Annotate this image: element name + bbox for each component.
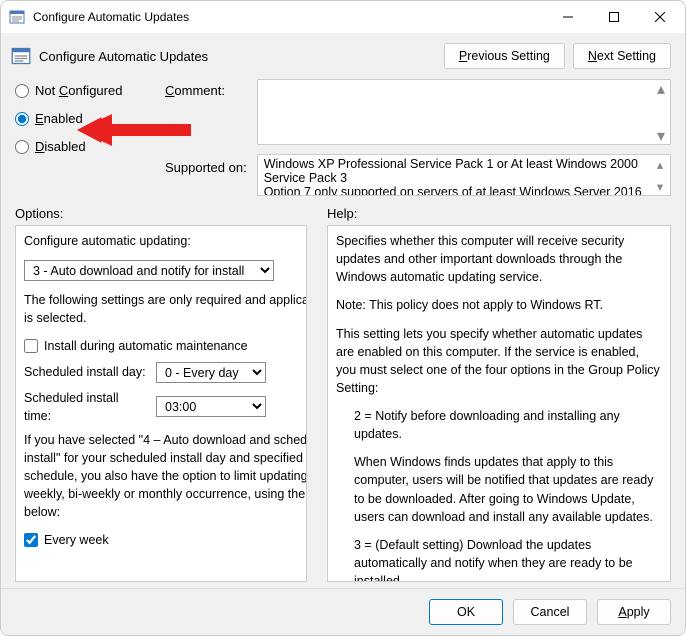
config-section: Not Configured Enabled Disabled Comment:…: [1, 75, 685, 200]
scroll-down-icon[interactable]: ▾: [652, 178, 668, 194]
not-configured-radio[interactable]: Not Configured: [15, 83, 155, 98]
every-week-checkbox[interactable]: [24, 533, 38, 547]
help-text: 2 = Notify before downloading and instal…: [336, 407, 662, 443]
sched-day-select[interactable]: 0 - Every day: [156, 362, 266, 383]
disabled-input[interactable]: [15, 140, 29, 154]
install-maintenance-checkbox[interactable]: [24, 339, 38, 353]
next-setting-button[interactable]: Next Setting: [573, 43, 671, 69]
supported-label: Supported on:: [165, 156, 247, 175]
install-maintenance-label: Install during automatic maintenance: [44, 337, 248, 355]
required-note: The following settings are only required…: [24, 291, 307, 327]
previous-setting-button[interactable]: Previous Setting: [444, 43, 565, 69]
minimize-button[interactable]: [545, 2, 591, 32]
options-panel[interactable]: Configure automatic updating: 3 - Auto d…: [15, 225, 307, 582]
disabled-radio[interactable]: Disabled: [15, 139, 155, 154]
enabled-radio[interactable]: Enabled: [15, 111, 155, 126]
policy-title: Configure Automatic Updates: [39, 49, 436, 64]
supported-on-box: Windows XP Professional Service Pack 1 o…: [257, 154, 671, 196]
close-button[interactable]: [637, 2, 683, 32]
titlebar[interactable]: Configure Automatic Updates: [1, 1, 685, 33]
help-text: This setting lets you specify whether au…: [336, 325, 662, 398]
comment-label: Comment:: [165, 79, 247, 98]
every-week-label: Every week: [44, 531, 109, 549]
schedule-note: If you have selected "4 – Auto download …: [24, 431, 307, 522]
sched-time-label: Scheduled install time:: [24, 389, 148, 425]
dialog-window: Configure Automatic Updates Configure Au…: [0, 0, 686, 636]
header-row: Configure Automatic Updates Previous Set…: [1, 33, 685, 75]
help-text: When Windows finds updates that apply to…: [336, 453, 662, 526]
scroll-down-icon[interactable]: ▾: [653, 128, 669, 144]
policy-icon: [11, 46, 31, 66]
apply-button[interactable]: Apply: [597, 599, 671, 625]
not-configured-input[interactable]: [15, 84, 29, 98]
options-label: Options:: [15, 206, 307, 221]
help-text: Note: This policy does not apply to Wind…: [336, 296, 662, 314]
cancel-button[interactable]: Cancel: [513, 599, 587, 625]
ok-button[interactable]: OK: [429, 599, 503, 625]
maximize-button[interactable]: [591, 2, 637, 32]
panels: Configure automatic updating: 3 - Auto d…: [1, 225, 685, 588]
sched-day-label: Scheduled install day:: [24, 363, 148, 381]
comment-input[interactable]: [257, 79, 671, 145]
help-text: Specifies whether this computer will rec…: [336, 232, 662, 286]
sched-time-select[interactable]: 03:00: [156, 396, 266, 417]
footer: OK Cancel Apply: [1, 588, 685, 635]
config-updating-label: Configure automatic updating:: [24, 232, 307, 250]
policy-icon: [9, 9, 25, 25]
config-updating-select[interactable]: 3 - Auto download and notify for install: [24, 260, 274, 281]
window-title: Configure Automatic Updates: [33, 10, 545, 24]
scroll-up-icon[interactable]: ▴: [653, 81, 669, 97]
help-panel[interactable]: Specifies whether this computer will rec…: [327, 225, 671, 582]
supported-text: Windows XP Professional Service Pack 1 o…: [264, 157, 664, 196]
panels-header: Options: Help:: [1, 200, 685, 225]
scroll-up-icon[interactable]: ▴: [652, 156, 668, 172]
enabled-input[interactable]: [15, 112, 29, 126]
content-area: Configure Automatic Updates Previous Set…: [1, 33, 685, 635]
help-label: Help:: [327, 206, 357, 221]
help-text: 3 = (Default setting) Download the updat…: [336, 536, 662, 582]
